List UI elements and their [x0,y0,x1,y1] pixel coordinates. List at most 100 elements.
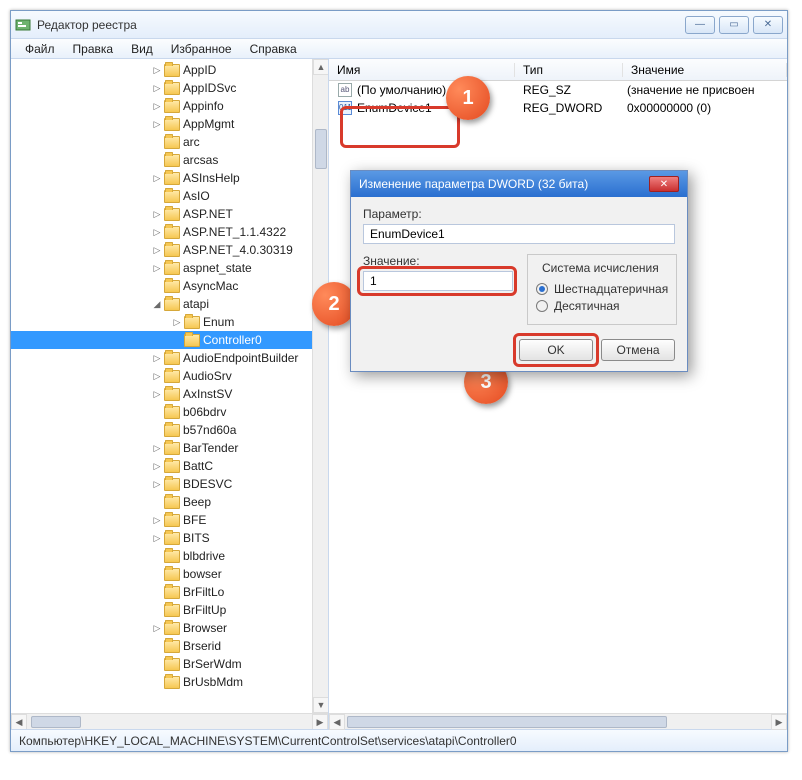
minimize-button[interactable]: — [685,16,715,34]
radio-hex-icon[interactable] [536,283,548,295]
dialog-titlebar[interactable]: Изменение параметра DWORD (32 бита) ✕ [351,171,687,197]
tree-item[interactable]: BrFiltLo [11,583,328,601]
tree-vertical-scrollbar[interactable]: ▲ ▼ [312,59,328,713]
param-name-input[interactable] [363,224,675,244]
tree-item[interactable]: Controller0 [11,331,328,349]
tree-item[interactable]: BrUsbMdm [11,673,328,691]
tree-item-label: BDESVC [183,477,232,491]
caret-icon[interactable]: ▷ [151,479,163,490]
caret-icon[interactable]: ▷ [151,245,163,256]
caret-icon[interactable]: ▷ [151,443,163,454]
scroll-left-icon[interactable]: ◀ [11,714,27,729]
scroll-left-icon[interactable]: ◀ [329,714,345,730]
scroll-right-icon[interactable]: ▶ [771,714,787,730]
radio-dec-row[interactable]: Десятичная [536,299,668,313]
menu-view[interactable]: Вид [123,40,161,58]
caret-icon[interactable]: ▷ [151,65,163,76]
maximize-button[interactable]: ▭ [719,16,749,34]
tree-item[interactable]: ▷Browser [11,619,328,637]
caret-icon[interactable]: ▷ [151,209,163,220]
tree-item[interactable]: ▷AppID [11,61,328,79]
scroll-up-icon[interactable]: ▲ [313,59,329,75]
caret-icon[interactable]: ▷ [151,515,163,526]
tree-item[interactable]: bowser [11,565,328,583]
tree-pane[interactable]: ▷AppID▷AppIDSvc▷Appinfo▷AppMgmtarcarcsas… [11,59,329,729]
tree-item[interactable]: ▷aspnet_state [11,259,328,277]
menu-help[interactable]: Справка [242,40,305,58]
folder-icon [164,280,180,293]
tree-item[interactable]: ▷ASInsHelp [11,169,328,187]
titlebar[interactable]: Редактор реестра — ▭ ✕ [11,11,787,39]
column-name[interactable]: Имя [329,63,515,77]
tree-item[interactable]: arc [11,133,328,151]
tree-item[interactable]: ▷Enum [11,313,328,331]
tree-item[interactable]: ▷AxInstSV [11,385,328,403]
scroll-thumb[interactable] [315,129,327,169]
tree-horizontal-scrollbar[interactable]: ◀ ▶ [11,713,328,729]
folder-icon [164,640,180,653]
tree-item[interactable]: ▷ASP.NET_4.0.30319 [11,241,328,259]
dialog-close-button[interactable]: ✕ [649,176,679,192]
tree-item[interactable]: ▷AudioSrv [11,367,328,385]
column-type[interactable]: Тип [515,63,623,77]
caret-icon[interactable]: ▷ [151,83,163,94]
tree-item[interactable]: ▷BarTender [11,439,328,457]
caret-icon[interactable]: ▷ [151,461,163,472]
close-button[interactable]: ✕ [753,16,783,34]
caret-icon[interactable]: ▷ [151,101,163,112]
caret-icon[interactable]: ▷ [151,353,163,364]
tree-item[interactable]: ▷AppIDSvc [11,79,328,97]
tree-item[interactable]: ▷AudioEndpointBuilder [11,349,328,367]
tree-item[interactable]: ▷ASP.NET_1.1.4322 [11,223,328,241]
tree-item[interactable]: BrSerWdm [11,655,328,673]
caret-icon[interactable]: ▷ [171,317,183,328]
caret-icon[interactable]: ▷ [151,227,163,238]
list-pane[interactable]: Имя Тип Значение ab(По умолчанию)REG_SZ(… [329,59,787,729]
tree-item[interactable]: ▷ASP.NET [11,205,328,223]
scroll-thumb-h[interactable] [31,716,81,728]
tree-item-label: atapi [183,297,209,311]
caret-icon[interactable]: ◢ [151,299,163,310]
scroll-thumb-h[interactable] [347,716,667,728]
tree-item[interactable]: ◢ atapi [11,295,328,313]
dialog-title-text: Изменение параметра DWORD (32 бита) [359,177,649,191]
caret-icon[interactable]: ▷ [151,533,163,544]
caret-icon[interactable]: ▷ [151,371,163,382]
menu-file[interactable]: Файл [17,40,63,58]
list-horizontal-scrollbar[interactable]: ◀ ▶ [329,713,787,729]
tree-item[interactable]: arcsas [11,151,328,169]
tree-item[interactable]: BrFiltUp [11,601,328,619]
tree-item[interactable]: ▷AppMgmt [11,115,328,133]
tree-item[interactable]: ▷BattC [11,457,328,475]
cancel-button[interactable]: Отмена [601,339,675,361]
folder-icon [164,586,180,599]
radio-dec-icon[interactable] [536,300,548,312]
caret-icon[interactable]: ▷ [151,263,163,274]
tree-item[interactable]: ▷BFE [11,511,328,529]
column-value[interactable]: Значение [623,63,787,77]
tree-item[interactable]: Beep [11,493,328,511]
tree-item[interactable]: b06bdrv [11,403,328,421]
tree-item[interactable]: ▷ BDESVC [11,475,328,493]
tree-item[interactable]: Brserid [11,637,328,655]
menu-edit[interactable]: Правка [65,40,122,58]
list-row[interactable]: ab(По умолчанию)REG_SZ(значение не присв… [329,81,787,99]
caret-icon[interactable]: ▷ [151,173,163,184]
folder-icon [164,460,180,473]
scroll-down-icon[interactable]: ▼ [313,697,329,713]
tree-item[interactable]: ▷BITS [11,529,328,547]
list-header[interactable]: Имя Тип Значение [329,59,787,81]
caret-icon[interactable]: ▷ [151,623,163,634]
radio-hex-row[interactable]: Шестнадцатеричная [536,282,668,296]
tree-item[interactable]: AsIO [11,187,328,205]
tree-item[interactable]: AsyncMac [11,277,328,295]
tree-item[interactable]: ▷Appinfo [11,97,328,115]
scroll-right-icon[interactable]: ▶ [312,714,328,729]
statusbar: Компьютер\HKEY_LOCAL_MACHINE\SYSTEM\Curr… [11,729,787,751]
menu-favorites[interactable]: Избранное [163,40,240,58]
tree-item[interactable]: blbdrive [11,547,328,565]
tree-item[interactable]: b57nd60a [11,421,328,439]
caret-icon[interactable]: ▷ [151,119,163,130]
folder-icon [164,118,180,131]
caret-icon[interactable]: ▷ [151,389,163,400]
